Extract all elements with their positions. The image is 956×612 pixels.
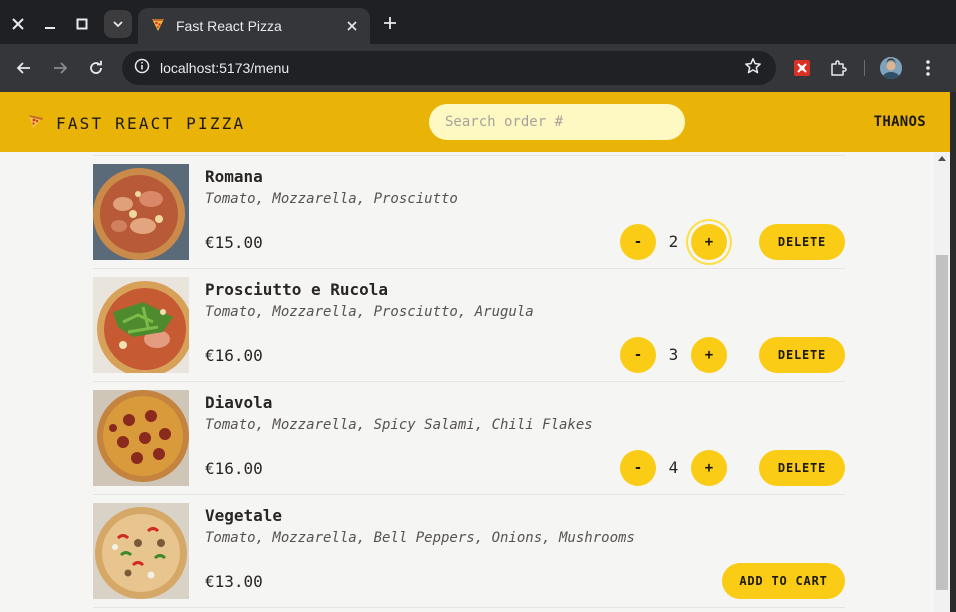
- increase-quantity-button[interactable]: +: [691, 450, 727, 486]
- pizza-name: Vegetale: [205, 506, 283, 525]
- tab-title: Fast React Pizza: [176, 18, 282, 34]
- pizza-price: €16.00: [205, 346, 263, 365]
- delete-button[interactable]: DELETE: [759, 450, 845, 486]
- delete-button[interactable]: DELETE: [759, 224, 845, 260]
- pizza-ingredients: Tomato, Mozzarella, Spicy Salami, Chili …: [205, 417, 593, 433]
- site-info-icon[interactable]: [134, 58, 150, 79]
- profile-avatar[interactable]: [880, 57, 902, 79]
- add-to-cart-button[interactable]: ADD TO CART: [722, 563, 845, 599]
- tab-list-chevron-icon[interactable]: [104, 10, 132, 38]
- decrease-quantity-button[interactable]: -: [620, 224, 656, 260]
- pizza-name: Prosciutto e Rucola: [205, 280, 389, 299]
- url-text[interactable]: localhost:5173/menu: [160, 60, 744, 76]
- reload-icon[interactable]: [84, 56, 108, 80]
- app-header: FAST REACT PIZZA THANOS: [0, 92, 950, 152]
- extension-icon[interactable]: [790, 56, 814, 80]
- toolbar-separator: [864, 60, 865, 76]
- increase-quantity-button[interactable]: +: [691, 337, 727, 373]
- username: THANOS: [873, 114, 926, 130]
- new-tab-plus-icon[interactable]: [380, 13, 400, 33]
- scrollbar-thumb[interactable]: [936, 255, 948, 590]
- bookmark-star-icon[interactable]: [744, 57, 762, 80]
- quantity-stepper: - 4 +: [620, 450, 728, 486]
- pizza-price: €13.00: [205, 572, 263, 591]
- close-window-icon[interactable]: [6, 12, 30, 36]
- pizza-favicon: [150, 16, 166, 37]
- forward-arrow-icon[interactable]: [48, 56, 72, 80]
- quantity-value: 2: [668, 232, 679, 251]
- maximize-icon[interactable]: [70, 12, 94, 36]
- pizza-image-diavola: [93, 390, 189, 486]
- pizza-price: €15.00: [205, 233, 263, 252]
- pizza-name: Diavola: [205, 393, 273, 412]
- decrease-quantity-button[interactable]: -: [620, 337, 656, 373]
- pizza-ingredients: Tomato, Mozzarella, Prosciutto, Arugula: [205, 304, 534, 320]
- pizza-ingredients: Tomato, Mozzarella, Prosciutto: [205, 191, 458, 207]
- scroll-up-arrow-icon[interactable]: [938, 156, 946, 161]
- puzzle-extensions-icon[interactable]: [826, 56, 850, 80]
- quantity-value: 3: [668, 345, 679, 364]
- search-order-input[interactable]: [429, 104, 685, 140]
- list-item: Diavola Tomato, Mozzarella, Spicy Salami…: [93, 382, 845, 495]
- page-viewport: FAST REACT PIZZA THANOS Romana Tomato, M…: [0, 92, 950, 612]
- quantity-value: 4: [668, 458, 679, 477]
- vertical-scrollbar[interactable]: [934, 152, 950, 612]
- quantity-stepper: - 2 +: [620, 224, 728, 260]
- pizza-ingredients: Tomato, Mozzarella, Bell Peppers, Onions…: [205, 530, 635, 546]
- browser-tab[interactable]: Fast React Pizza: [138, 8, 370, 44]
- pizza-image-romana: [93, 164, 189, 260]
- back-arrow-icon[interactable]: [12, 56, 36, 80]
- kebab-menu-icon[interactable]: [916, 56, 940, 80]
- minimize-icon[interactable]: [38, 12, 62, 36]
- logo-text: FAST REACT PIZZA: [56, 114, 246, 133]
- pizza-name: Romana: [205, 167, 263, 186]
- list-item: Vegetale Tomato, Mozzarella, Bell Pepper…: [93, 495, 845, 608]
- increase-quantity-button[interactable]: +: [691, 224, 727, 260]
- pizza-image-prosciutto-e-rucola: [93, 277, 189, 373]
- quantity-stepper: - 3 +: [620, 337, 728, 373]
- window-edge: [950, 92, 956, 612]
- tab-close-icon[interactable]: [344, 18, 360, 34]
- browser-toolbar: localhost:5173/menu: [0, 44, 956, 92]
- list-item: Prosciutto e Rucola Tomato, Mozzarella, …: [93, 269, 845, 382]
- list-item: Romana Tomato, Mozzarella, Prosciutto €1…: [93, 156, 845, 269]
- decrease-quantity-button[interactable]: -: [620, 450, 656, 486]
- pizza-icon: [28, 113, 44, 134]
- menu-list: Romana Tomato, Mozzarella, Prosciutto €1…: [93, 155, 845, 608]
- logo-link[interactable]: FAST REACT PIZZA: [28, 113, 245, 134]
- delete-button[interactable]: DELETE: [759, 337, 845, 373]
- pizza-price: €16.00: [205, 459, 263, 478]
- pizza-image-vegetale: [93, 503, 189, 599]
- browser-tab-strip: Fast React Pizza: [0, 0, 956, 44]
- address-bar[interactable]: localhost:5173/menu: [122, 51, 776, 85]
